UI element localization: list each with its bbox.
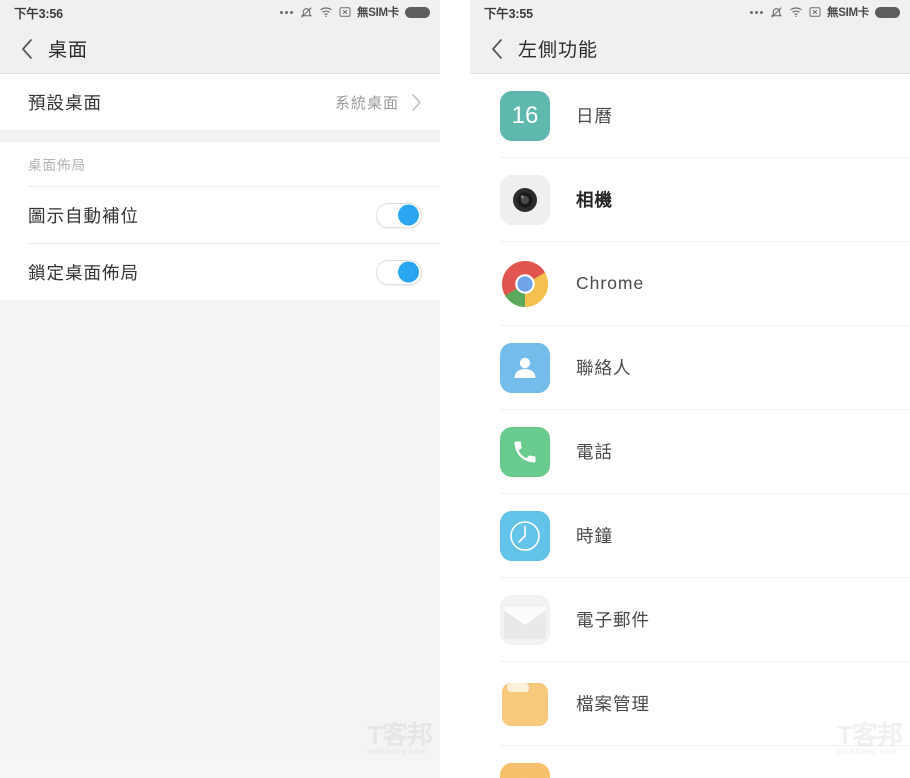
row-label: 圖示自動補位 (28, 205, 139, 226)
battery-icon (405, 6, 430, 18)
wifi-icon (320, 7, 332, 18)
chevron-left-icon (491, 38, 502, 59)
app-list: 16 日曆 相機 Chrome 聯絡人 電話 時鐘 電子郵件 檔案管理 (470, 74, 910, 778)
back-button[interactable] (484, 38, 510, 60)
app-label: 相機 (576, 190, 613, 210)
back-button[interactable] (14, 38, 40, 60)
calendar-icon: 16 (500, 90, 550, 141)
row-icon-auto-fill[interactable]: 圖示自動補位 (0, 187, 440, 243)
toggle-lock-desktop-layout[interactable] (376, 259, 422, 285)
section-divider (0, 130, 440, 142)
status-icons: 無SIM卡 (280, 4, 430, 20)
clock-icon (500, 510, 550, 561)
app-label: 電子郵件 (576, 610, 650, 630)
list-item[interactable]: 16 日曆 (470, 74, 910, 157)
title-bar: 左側功能 (470, 24, 910, 74)
row-label: 鎖定桌面佈局 (28, 262, 139, 283)
camera-icon (500, 174, 550, 225)
status-time: 下午3:56 (14, 6, 63, 21)
status-icons: 無SIM卡 (750, 4, 900, 20)
row-value: 系統桌面 (334, 94, 399, 112)
wifi-icon (790, 7, 802, 18)
status-time: 下午3:55 (484, 6, 533, 21)
chrome-icon (500, 259, 550, 309)
no-service-icon (809, 7, 821, 17)
chevron-right-icon (412, 93, 421, 111)
desktop-layout-section: 桌面佈局 圖示自動補位 鎖定桌面佈局 (0, 142, 440, 300)
battery-icon (875, 6, 900, 18)
contacts-icon (500, 342, 550, 393)
overflow-dots-icon (750, 10, 764, 14)
dual-screenshot-container: 下午3:56 無SIM卡 桌面 預設桌面 系統桌面 桌面佈局 圖示自動補位 鎖定… (0, 0, 910, 778)
screen-gutter (440, 0, 470, 778)
list-item[interactable]: 時鐘 (470, 494, 910, 577)
list-item[interactable]: 電子郵件 (470, 578, 910, 661)
row-lock-desktop-layout[interactable]: 鎖定桌面佈局 (0, 244, 440, 300)
list-item[interactable]: Chrome (470, 242, 910, 325)
list-item[interactable]: 筆記 (470, 746, 910, 778)
list-item[interactable]: 相機 (470, 158, 910, 241)
no-service-icon (339, 7, 351, 17)
page-title: 左側功能 (518, 40, 599, 61)
folder-icon (500, 679, 550, 729)
app-label: Chrome (576, 273, 645, 293)
list-item[interactable]: 檔案管理 (470, 662, 910, 745)
toggle-knob (398, 261, 419, 283)
silent-bell-icon (770, 6, 783, 18)
app-label: 電話 (576, 442, 613, 462)
phone-icon (500, 426, 550, 477)
status-bar: 下午3:55 無SIM卡 (470, 0, 910, 24)
overflow-dots-icon (280, 10, 294, 14)
page-title: 桌面 (48, 40, 89, 61)
toggle-knob (398, 204, 419, 226)
no-sim-label: 無SIM卡 (357, 7, 399, 19)
default-launcher-card: 預設桌面 系統桌面 (0, 74, 440, 130)
empty-area (0, 300, 440, 760)
left-phone-screen: 下午3:56 無SIM卡 桌面 預設桌面 系統桌面 桌面佈局 圖示自動補位 鎖定… (0, 0, 440, 778)
status-bar: 下午3:56 無SIM卡 (0, 0, 440, 24)
title-bar: 桌面 (0, 24, 440, 74)
app-label: 聯絡人 (576, 358, 632, 378)
chevron-left-icon (21, 38, 32, 59)
notes-icon (500, 762, 550, 778)
app-label: 時鐘 (576, 526, 613, 546)
toggle-icon-auto-fill[interactable] (376, 202, 422, 228)
right-phone-screen: 下午3:55 無SIM卡 左側功能 16 日曆 相機 Chrome 聯絡人 電話… (470, 0, 910, 778)
app-label: 日曆 (576, 106, 613, 126)
app-label: 檔案管理 (576, 694, 650, 714)
email-icon (500, 594, 550, 645)
section-header: 桌面佈局 (0, 142, 440, 186)
row-label: 預設桌面 (28, 92, 102, 113)
no-sim-label: 無SIM卡 (827, 7, 869, 19)
calendar-day-number: 16 (511, 101, 539, 129)
silent-bell-icon (300, 6, 313, 18)
row-default-launcher[interactable]: 預設桌面 系統桌面 (0, 74, 440, 130)
list-item[interactable]: 聯絡人 (470, 326, 910, 409)
list-item[interactable]: 電話 (470, 410, 910, 493)
